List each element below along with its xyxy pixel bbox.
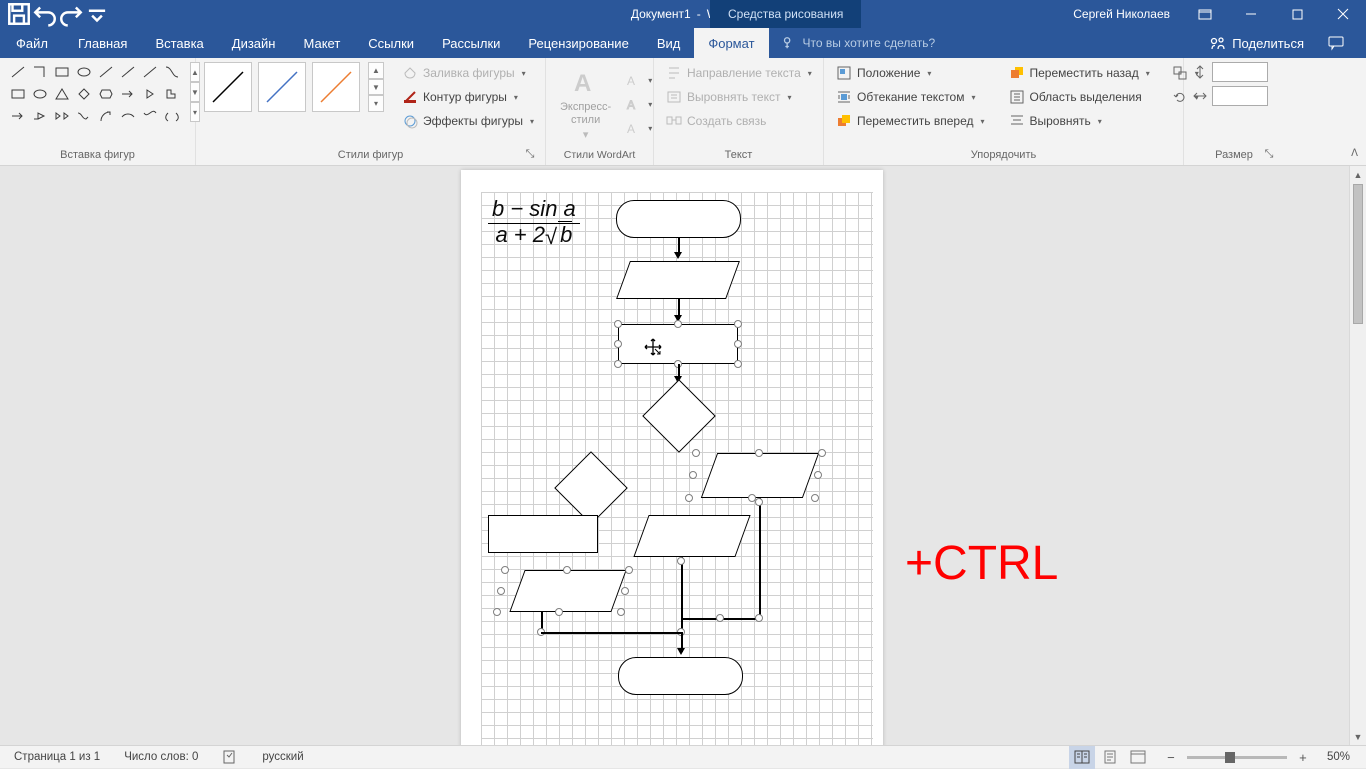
tab-references[interactable]: Ссылки (354, 28, 428, 58)
zoom-in[interactable]: + (1295, 750, 1311, 765)
send-backward-button[interactable]: Переместить назад▾ (1005, 62, 1154, 84)
view-read-mode[interactable] (1069, 746, 1095, 769)
position-button[interactable]: Положение▾ (832, 62, 989, 84)
tab-mailings[interactable]: Рассылки (428, 28, 514, 58)
flowchart-io-2-selected[interactable] (701, 453, 819, 498)
close-button[interactable] (1320, 0, 1366, 28)
flowchart-io-1[interactable] (616, 261, 740, 299)
align-text-button[interactable]: Выровнять текст▾ (662, 86, 816, 108)
equation[interactable]: b − sin a a + 2√b (488, 196, 580, 248)
redo-button[interactable] (58, 0, 84, 28)
selection-pane-button[interactable]: Область выделения (1005, 86, 1154, 108)
size-launcher[interactable]: ⤡ (1262, 147, 1276, 161)
ribbon-display-options[interactable] (1182, 0, 1228, 28)
scroll-down[interactable]: ▼ (1350, 728, 1366, 745)
tab-design[interactable]: Дизайн (218, 28, 290, 58)
text-effects-button[interactable]: A▾ (623, 118, 654, 140)
text-fill-button[interactable]: A▾ (623, 70, 654, 92)
shape-styles-gallery[interactable]: ▲▼▾ (204, 62, 384, 112)
vertical-scrollbar[interactable]: ▲ ▼ (1349, 166, 1366, 745)
zoom-thumb[interactable] (1225, 752, 1235, 763)
bring-forward-button[interactable]: Переместить вперед▾ (832, 110, 989, 132)
shape-effects-button[interactable]: Эффекты фигуры▾ (398, 110, 538, 132)
group-insert-shapes: Вставка фигур (8, 147, 187, 163)
tab-format[interactable]: Формат (694, 28, 768, 58)
document-name: Документ1 (631, 7, 691, 21)
align-button[interactable]: Выровнять▾ (1005, 110, 1154, 132)
shape-styles-launcher[interactable]: ⤡ (523, 147, 537, 161)
tab-layout[interactable]: Макет (289, 28, 354, 58)
status-bar: Страница 1 из 1 Число слов: 0 русский − … (0, 745, 1366, 768)
wrap-text-button[interactable]: Обтекание текстом▾ (832, 86, 989, 108)
flowchart-process-selected[interactable] (618, 324, 738, 364)
flowchart-io-3[interactable] (633, 515, 750, 557)
flowchart-process-2[interactable] (488, 515, 598, 553)
zoom-out[interactable]: − (1163, 750, 1179, 765)
move-cursor-icon (644, 338, 662, 356)
svg-text:A: A (574, 70, 591, 97)
view-web-layout[interactable] (1125, 746, 1151, 769)
tab-insert[interactable]: Вставка (141, 28, 217, 58)
flowchart-io-4-selected[interactable] (509, 570, 626, 612)
group-arrange: Упорядочить (832, 147, 1175, 163)
tell-me-placeholder: Что вы хотите сделать? (803, 36, 936, 50)
title-bar: Документ1 - Word Средства рисования Серг… (0, 0, 1366, 28)
quick-access-toolbar (0, 0, 110, 28)
status-proofing[interactable] (218, 746, 242, 769)
status-page[interactable]: Страница 1 из 1 (10, 746, 104, 769)
qat-customize[interactable] (84, 0, 110, 28)
document-area[interactable]: b − sin a a + 2√b (0, 166, 1366, 745)
svg-text:A: A (627, 122, 635, 136)
status-language[interactable]: русский (258, 746, 307, 769)
zoom-level[interactable]: 50% (1323, 746, 1354, 769)
height-spinner[interactable] (1192, 62, 1268, 82)
tell-me-search[interactable]: Что вы хотите сделать? (769, 28, 1191, 58)
group-size: Размер⤡ (1192, 147, 1276, 163)
zoom-slider[interactable]: − + (1163, 750, 1311, 765)
status-words[interactable]: Число слов: 0 (120, 746, 202, 769)
shapes-gallery[interactable] (8, 62, 182, 126)
create-link-button[interactable]: Создать связь (662, 110, 816, 132)
scroll-thumb[interactable] (1353, 184, 1363, 324)
group-wordart-styles: Стили WordArt (554, 147, 645, 163)
svg-text:A: A (627, 74, 635, 88)
flowchart-terminator-end[interactable] (618, 657, 743, 695)
save-button[interactable] (6, 0, 32, 28)
share-button[interactable]: Поделиться (1204, 28, 1310, 58)
group-text: Текст (662, 147, 815, 163)
annotation-ctrl: +CTRL (905, 536, 1058, 591)
undo-button[interactable] (32, 0, 58, 28)
view-print-layout[interactable] (1097, 746, 1123, 769)
tab-review[interactable]: Рецензирование (514, 28, 642, 58)
page[interactable]: b − sin a a + 2√b (461, 170, 883, 745)
text-direction-button[interactable]: Направление текста▾ (662, 62, 816, 84)
wordart-quick-styles[interactable]: A Экспресс-стили▾ (554, 65, 617, 145)
minimize-button[interactable] (1228, 0, 1274, 28)
collapse-ribbon[interactable]: ᐱ (1351, 148, 1358, 159)
tab-view[interactable]: Вид (643, 28, 695, 58)
svg-text:A: A (627, 98, 635, 112)
width-spinner[interactable] (1192, 86, 1268, 106)
ribbon: ▲▼▾ Вставка фигур ▲▼▾ Заливка фигуры▾ Ко… (0, 58, 1366, 166)
user-name[interactable]: Сергей Николаев (1061, 7, 1182, 21)
maximize-button[interactable] (1274, 0, 1320, 28)
tab-file[interactable]: Файл (0, 28, 64, 58)
tab-home[interactable]: Главная (64, 28, 141, 58)
scroll-up[interactable]: ▲ (1350, 166, 1366, 183)
group-shape-styles: Стили фигур⤡ (204, 147, 537, 163)
contextual-tab-title: Средства рисования (710, 0, 861, 28)
shape-outline-button[interactable]: Контур фигуры▾ (398, 86, 538, 108)
ribbon-tabs: Файл Главная Вставка Дизайн Макет Ссылки… (0, 28, 1366, 58)
flowchart-terminator-start[interactable] (616, 200, 741, 238)
comments-button[interactable] (1320, 29, 1352, 57)
shape-fill-button[interactable]: Заливка фигуры▾ (398, 62, 538, 84)
text-outline-button[interactable]: A▾ (623, 94, 654, 116)
